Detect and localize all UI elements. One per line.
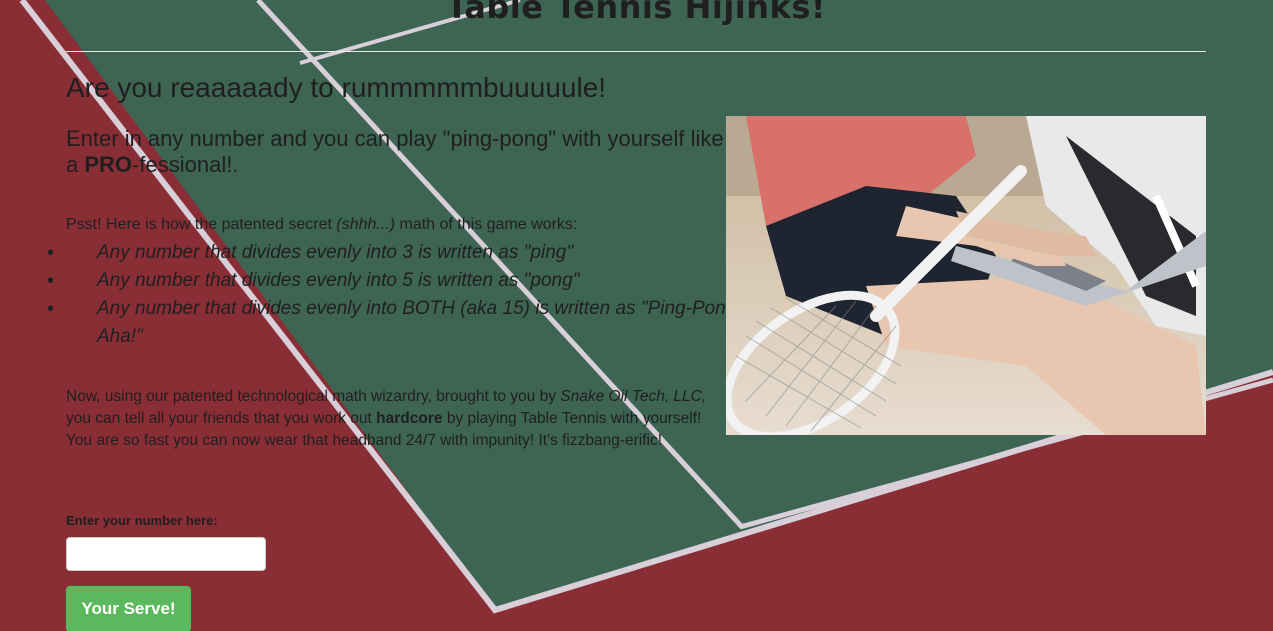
rule-text: Any number that divides evenly into 3 is… xyxy=(97,242,574,263)
rules-list: • Any number that divides evenly into 3 i… xyxy=(47,239,757,351)
psst-text: Psst! Here is how the patented secret xyxy=(66,216,337,233)
bullet-icon: • xyxy=(47,298,55,320)
rule-item: • Any number that divides evenly into 3 i… xyxy=(47,239,757,267)
subhead-text-end: -fessional!. xyxy=(132,152,239,177)
psst-intro: Psst! Here is how the patented secret (s… xyxy=(66,216,726,234)
story-paragraph: Now, using our patented technological ma… xyxy=(66,386,726,452)
number-input[interactable] xyxy=(66,537,266,571)
title-divider xyxy=(66,51,1206,52)
site-title: Table Tennis Hijinks! xyxy=(446,0,826,26)
psst-text-end: math of this game works: xyxy=(395,216,578,233)
your-serve-button[interactable]: Your Serve! xyxy=(66,586,191,631)
subhead: Enter in any number and you can play "pi… xyxy=(66,126,731,178)
story-hardcore: hardcore xyxy=(376,410,443,427)
page-content: Table Tennis Hijinks! Are you reaaaaady … xyxy=(47,0,1206,631)
subhead-pro: PRO xyxy=(84,152,133,177)
photo-illustration xyxy=(726,116,1206,435)
tennis-player-laptop-photo xyxy=(726,116,1206,435)
rule-text: Any number that divides evenly into BOTH… xyxy=(97,298,742,347)
headline: Are you reaaaaady to rummmmmbuuuuule! xyxy=(66,72,607,103)
story-company: Snake Oil Tech, LLC, xyxy=(560,388,707,405)
story-text: you can tell all your friends that you w… xyxy=(66,410,377,427)
number-input-label: Enter your number here: xyxy=(66,513,218,528)
rule-item: • Any number that divides evenly into BOT… xyxy=(47,295,757,351)
bullet-icon: • xyxy=(47,270,55,292)
psst-shhh: (shhh...) xyxy=(336,216,396,233)
story-text: Now, using our patented technological ma… xyxy=(66,388,561,405)
rule-text: Any number that divides evenly into 5 is… xyxy=(97,270,580,291)
bullet-icon: • xyxy=(47,242,55,264)
rule-item: • Any number that divides evenly into 5 i… xyxy=(47,267,757,295)
